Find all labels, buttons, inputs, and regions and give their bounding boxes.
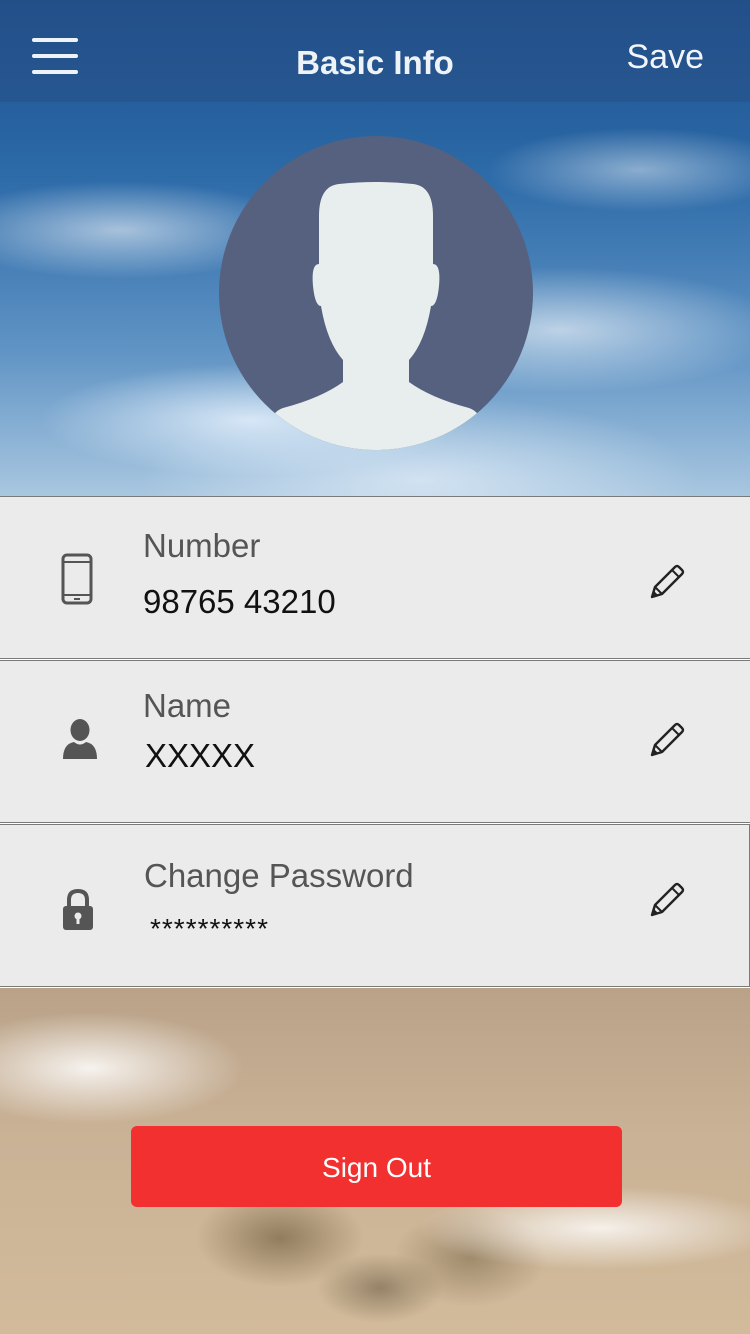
pencil-icon[interactable] [646, 881, 686, 921]
top-bar: Basic Info Save [0, 0, 750, 102]
sign-out-button[interactable]: Sign Out [131, 1126, 622, 1207]
field-value: ********** [150, 913, 269, 944]
field-label: Number [143, 527, 261, 564]
mobile-phone-icon [60, 553, 94, 610]
field-row-name[interactable]: Name XXXXX [0, 660, 750, 823]
field-value: 98765 43210 [143, 583, 336, 620]
field-row-password[interactable]: Change Password ********** [0, 824, 750, 987]
field-label: Change Password [144, 857, 414, 894]
save-button[interactable]: Save [627, 38, 705, 77]
field-value: XXXXX [145, 737, 256, 774]
field-row-number[interactable]: Number 98765 43210 [0, 496, 750, 659]
user-icon [62, 717, 98, 766]
profile-avatar[interactable] [219, 136, 533, 450]
pencil-icon[interactable] [646, 721, 686, 761]
user-silhouette-icon [271, 182, 481, 450]
field-label: Name [143, 687, 232, 724]
lock-icon [62, 888, 94, 936]
pencil-icon[interactable] [646, 563, 686, 603]
